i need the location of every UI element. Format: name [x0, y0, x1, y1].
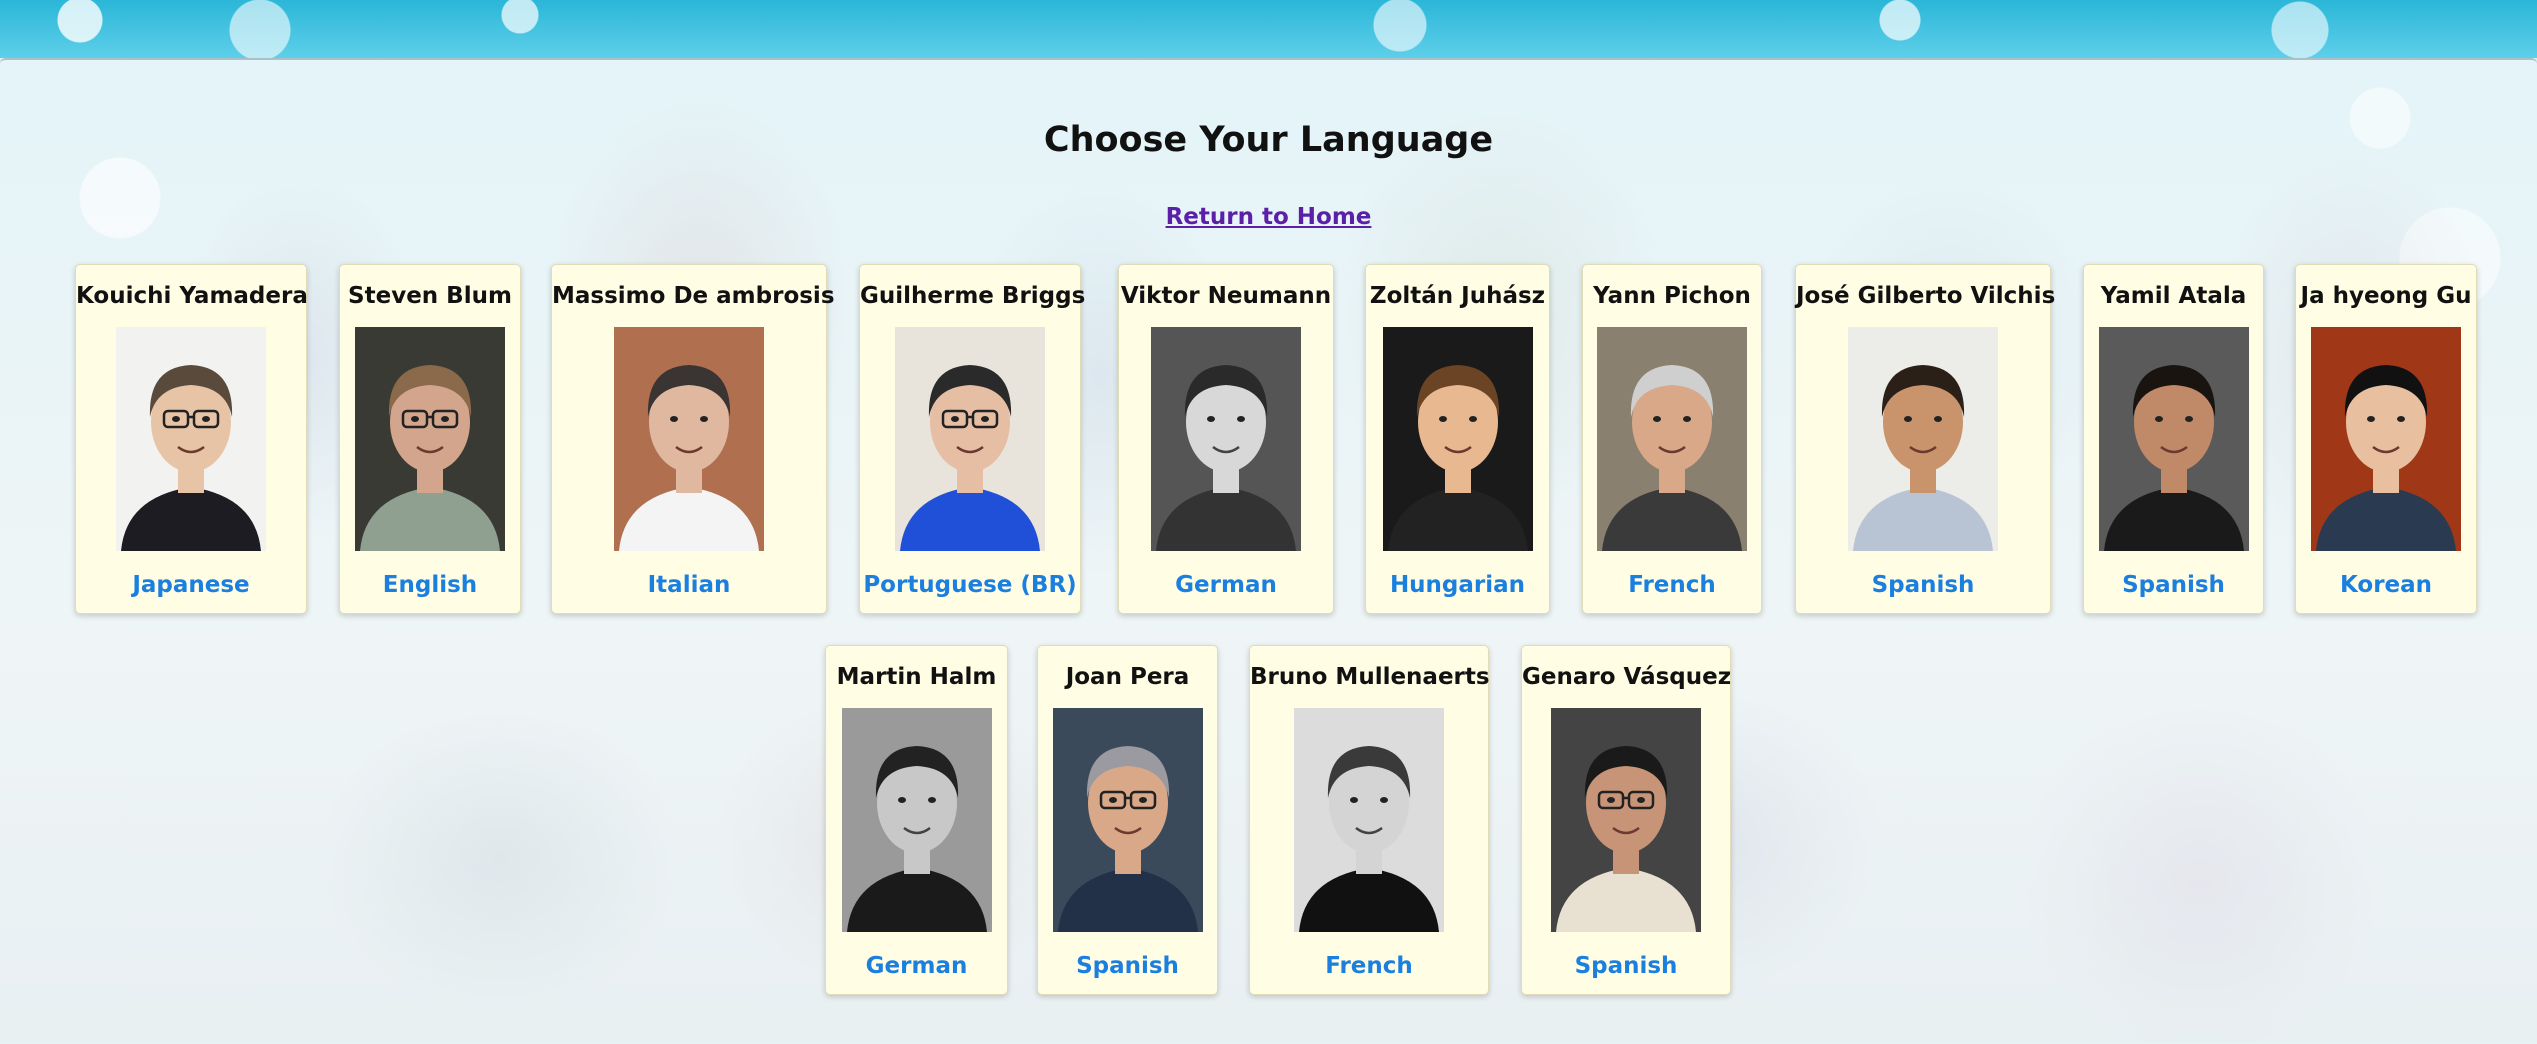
language-label[interactable]: Portuguese (BR) — [860, 572, 1080, 598]
voice-actor-name: Kouichi Yamadera — [76, 283, 308, 309]
voice-actor-name: Zoltán Juhász — [1369, 283, 1546, 309]
voice-actor-name: Martin Halm — [836, 664, 997, 690]
language-label[interactable]: Japanese — [76, 572, 306, 598]
voice-actor-card[interactable]: Martin Halm German — [825, 645, 1008, 995]
language-label[interactable]: Hungarian — [1366, 572, 1549, 598]
language-label[interactable]: Spanish — [1038, 953, 1217, 979]
voice-actor-photo[interactable] — [1597, 327, 1747, 551]
voice-actor-photo[interactable] — [614, 327, 764, 551]
voice-actor-name: Yann Pichon — [1593, 283, 1751, 309]
voice-actor-card[interactable]: Viktor Neumann German — [1118, 264, 1334, 614]
voice-actor-photo[interactable] — [1294, 708, 1444, 932]
voice-actor-name: Guilherme Briggs — [860, 283, 1086, 309]
voice-actor-photo[interactable] — [1052, 708, 1203, 932]
voice-actor-photo[interactable] — [1382, 327, 1533, 551]
voice-actor-photo[interactable] — [1151, 327, 1301, 551]
voice-actor-card[interactable]: Zoltán Juhász Hungarian — [1365, 264, 1550, 614]
language-label[interactable]: Korean — [2296, 572, 2476, 598]
voice-actor-name: Ja hyeong Gu — [2300, 283, 2472, 309]
language-label[interactable]: French — [1250, 953, 1488, 979]
voice-actor-photo[interactable] — [2311, 327, 2461, 551]
voice-actor-photo[interactable] — [2098, 327, 2249, 551]
voice-actor-card[interactable]: Ja hyeong Gu Korean — [2295, 264, 2477, 614]
voice-actor-card[interactable]: Genaro Vásquez Spanish — [1521, 645, 1731, 995]
language-label[interactable]: Spanish — [2084, 572, 2263, 598]
voice-actor-name: José Gilberto Vilchis — [1796, 283, 2056, 309]
voice-actor-card[interactable]: Bruno Mullenaerts French — [1249, 645, 1490, 995]
voice-actor-name: Genaro Vásquez — [1522, 664, 1732, 690]
language-label[interactable]: French — [1583, 572, 1761, 598]
voice-actor-card[interactable]: Joan Pera Spanish — [1037, 645, 1218, 995]
voice-actor-photo[interactable] — [895, 327, 1045, 551]
voice-actor-photo[interactable] — [355, 327, 505, 551]
language-label[interactable]: Spanish — [1522, 953, 1730, 979]
voice-actor-name: Yamil Atala — [2100, 283, 2247, 309]
voice-actor-name: Massimo De ambrosis — [552, 283, 835, 309]
voice-actor-name: Viktor Neumann — [1120, 283, 1332, 309]
language-label[interactable]: German — [826, 953, 1007, 979]
voice-actor-card[interactable]: Kouichi Yamadera Japanese — [75, 264, 308, 614]
home-link-wrapper: Return to Home — [0, 204, 2537, 230]
voice-actor-photo[interactable] — [116, 327, 266, 551]
voice-actor-card[interactable]: Guilherme Briggs Portuguese (BR) — [859, 264, 1086, 614]
top-banner — [0, 0, 2537, 60]
voice-actor-card[interactable]: Massimo De ambrosis Italian — [551, 264, 835, 614]
voice-actor-name: Joan Pera — [1065, 664, 1190, 690]
voice-actor-card[interactable]: Yann Pichon French — [1582, 264, 1762, 614]
voice-actor-card[interactable]: Steven Blum English — [339, 264, 521, 614]
language-label[interactable]: German — [1119, 572, 1333, 598]
voice-actor-card[interactable]: José Gilberto Vilchis Spanish — [1795, 264, 2056, 614]
voice-actor-photo[interactable] — [1848, 327, 1998, 551]
voice-actor-card[interactable]: Yamil Atala Spanish — [2083, 264, 2264, 614]
language-label[interactable]: Italian — [552, 572, 826, 598]
voice-actor-photo[interactable] — [841, 708, 992, 932]
voice-actor-name: Steven Blum — [348, 283, 512, 309]
language-label[interactable]: Spanish — [1796, 572, 2050, 598]
voice-actor-photo[interactable] — [1551, 708, 1701, 932]
page-title: Choose Your Language — [1043, 120, 1494, 160]
return-home-link[interactable]: Return to Home — [1166, 204, 1372, 230]
language-label[interactable]: English — [340, 572, 520, 598]
voice-actor-name: Bruno Mullenaerts — [1250, 664, 1490, 690]
